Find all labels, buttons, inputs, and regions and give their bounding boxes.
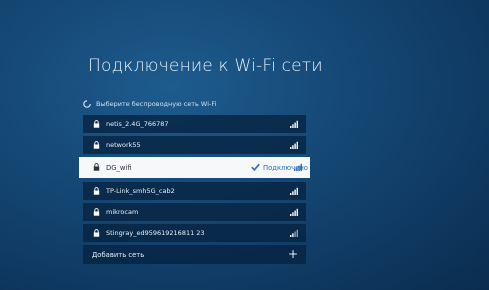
network-name: network55: [106, 141, 141, 149]
network-item[interactable]: network55: [83, 136, 306, 154]
subtitle: Выберите беспроводную сеть Wi-Fi: [96, 100, 217, 108]
wifi-signal-icon: [290, 229, 298, 237]
network-item[interactable]: Stingray_ed959619216811 23: [83, 224, 306, 242]
wifi-signal-icon: [290, 187, 298, 195]
plus-icon: +: [287, 247, 298, 261]
lock-icon: [93, 229, 100, 237]
wifi-signal-icon: [290, 208, 298, 216]
network-name: Stingray_ed959619216811 23: [106, 229, 205, 237]
network-name: mikrocam: [106, 208, 139, 216]
network-name: netis_2.4G_766787: [106, 120, 169, 128]
loading-spinner-icon: [83, 100, 91, 108]
subtitle-row: Выберите беспроводную сеть Wi-Fi: [83, 98, 216, 110]
wifi-signal-icon: [290, 120, 298, 128]
wifi-signal-icon: [294, 163, 302, 171]
network-list: netis_2.4G_766787 network55 DG_wifi Подк…: [79, 115, 310, 267]
network-item-connected[interactable]: DG_wifi Подключено: [79, 157, 310, 178]
wifi-signal-icon: [290, 141, 298, 149]
add-network-label: Добавить сеть: [92, 250, 145, 259]
lock-icon: [93, 163, 100, 171]
network-name: DG_wifi: [106, 163, 132, 172]
lock-icon: [93, 120, 100, 128]
lock-icon: [93, 141, 100, 149]
checkmark-icon: [251, 163, 260, 171]
network-item[interactable]: mikrocam: [83, 203, 306, 221]
network-item[interactable]: netis_2.4G_766787: [83, 115, 306, 133]
network-name: TP-Link_smh5G_cab2: [106, 187, 175, 195]
lock-icon: [93, 208, 100, 216]
page-title: Подключение к Wi-Fi сети: [88, 56, 323, 76]
lock-icon: [93, 187, 100, 195]
network-item[interactable]: TP-Link_smh5G_cab2: [83, 182, 306, 200]
add-network-button[interactable]: Добавить сеть +: [83, 245, 306, 264]
